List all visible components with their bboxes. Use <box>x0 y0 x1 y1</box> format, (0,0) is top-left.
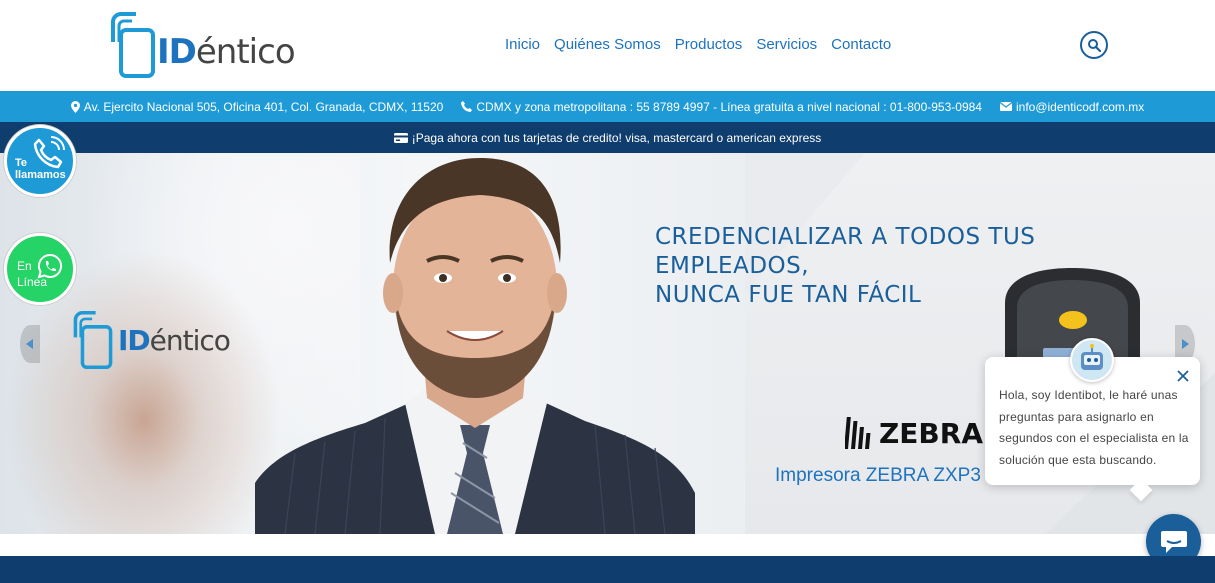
bottom-section-band <box>0 556 1215 583</box>
whatsapp-label: En Línea <box>17 259 48 289</box>
chevron-right-icon <box>1182 339 1189 349</box>
nav-quienes-somos[interactable]: Quiénes Somos <box>554 36 661 54</box>
hero-logo: IDéntico <box>72 311 242 371</box>
zebra-head-icon <box>845 417 871 449</box>
payment-bar: ¡Paga ahora con tus tarjetas de credito!… <box>0 122 1215 153</box>
robot-icon <box>1081 344 1103 370</box>
logo-wordmark: IDéntico <box>157 32 296 72</box>
businessman-image <box>255 158 695 534</box>
printer-caption: Impresora ZEBRA ZXP3 <box>775 465 981 486</box>
nav-servicios[interactable]: Servicios <box>756 36 817 54</box>
email-info[interactable]: info@identicodf.com.mx <box>999 99 1145 114</box>
phone-icon <box>461 101 473 112</box>
hero-logo-phone-icon <box>73 311 113 369</box>
slider-prev-button[interactable] <box>20 325 40 363</box>
nav-productos[interactable]: Productos <box>675 36 743 54</box>
chat-bubble-icon <box>1160 530 1187 553</box>
whatsapp-button[interactable]: En Línea <box>4 233 76 305</box>
site-logo[interactable]: IDéntico <box>110 12 296 80</box>
phone-info[interactable]: CDMX y zona metropolitana : 55 8789 4997… <box>461 100 982 114</box>
email-text: info@identicodf.com.mx <box>1015 99 1145 114</box>
envelope-icon <box>999 102 1012 111</box>
credit-card-icon <box>393 132 408 143</box>
address-info: Av. Ejercito Nacional 505, Oficina 401, … <box>70 99 444 114</box>
chevron-left-icon <box>26 339 33 349</box>
call-me-button[interactable]: Te llamamos <box>4 125 76 197</box>
zebra-brand-logo: ZEBRA <box>845 415 983 451</box>
zebra-brand-text: ZEBRA <box>879 416 984 450</box>
chatbot-message: Hola, soy Identibot, le haré unas pregun… <box>999 388 1189 467</box>
map-marker-icon <box>70 100 80 113</box>
search-button[interactable] <box>1080 31 1108 59</box>
hero-logo-wordmark: IDéntico <box>118 324 231 357</box>
main-nav: Inicio Quiénes Somos Productos Servicios… <box>505 36 891 54</box>
close-icon[interactable] <box>1175 368 1191 384</box>
nav-contacto[interactable]: Contacto <box>831 36 891 54</box>
site-header: IDéntico Inicio Quiénes Somos Productos … <box>0 0 1215 91</box>
payment-text: ¡Paga ahora con tus tarjetas de credito!… <box>411 130 822 145</box>
logo-phone-icon <box>111 12 155 78</box>
address-text: Av. Ejercito Nacional 505, Oficina 401, … <box>83 99 444 114</box>
nav-inicio[interactable]: Inicio <box>505 36 540 54</box>
phone-text: CDMX y zona metropolitana : 55 8789 4997… <box>476 99 982 114</box>
chatbot-avatar <box>1070 338 1114 382</box>
contact-info-bar: Av. Ejercito Nacional 505, Oficina 401, … <box>0 91 1215 122</box>
search-icon <box>1088 39 1101 52</box>
call-me-label: Te llamamos <box>15 157 66 181</box>
